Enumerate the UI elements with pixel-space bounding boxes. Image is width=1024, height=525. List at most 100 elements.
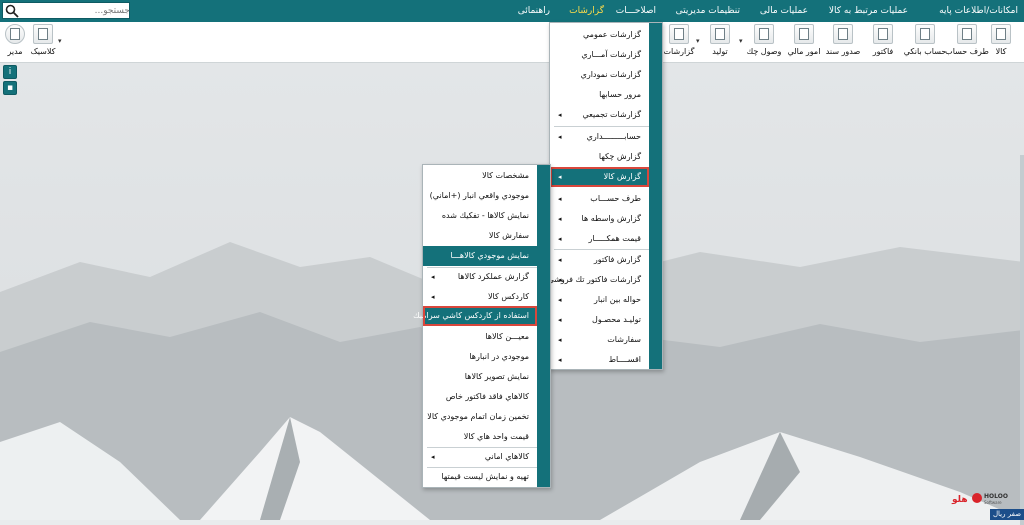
svg-text:هلو: هلو (951, 495, 968, 505)
menu-item-label: موجودي واقعي انبار (+اماني) (429, 191, 529, 200)
menu-item-label: حسابـــــــــداري (586, 132, 641, 141)
search-input[interactable] (21, 3, 133, 18)
menu-goods-operations[interactable]: عملیات مرتبط به کالا (829, 0, 908, 22)
submenu-arrow-icon: ◂ (558, 235, 562, 243)
menu-item-general-reports[interactable]: گزارشات عمومي (550, 25, 649, 45)
menu-accent-strip (649, 23, 662, 369)
menu-item-goods-report[interactable]: گزارش کالا ◂ (550, 167, 649, 187)
submenu-item-goods-images[interactable]: نمایش تصویر کالاها (423, 367, 537, 387)
menu-accent-strip (537, 165, 550, 487)
menu-item-installments[interactable]: اقســــاط ◂ (550, 350, 649, 370)
menu-item-label: گزارشات عمومي (582, 30, 641, 39)
finance-icon (794, 24, 814, 44)
toolbar-cheque-collection-button[interactable]: وصول چك (747, 24, 781, 60)
menu-item-label: سفارش کالا (488, 231, 529, 240)
submenu-item-warehouse-stock[interactable]: موجودي در انبارها (423, 347, 537, 367)
menu-item-aggregate-reports[interactable]: گزارشات تجمیعي ◂ (550, 105, 649, 125)
menu-item-label: گزارش کالا (603, 172, 641, 181)
menu-item-invoice-report[interactable]: گزارش فاکتور ◂ (550, 250, 649, 270)
manager-icon (5, 24, 25, 44)
menu-item-account-party[interactable]: طرف حســـاب ◂ (550, 189, 649, 209)
submenu-item-goods-ledger[interactable]: معیـــن کالاها (423, 327, 537, 347)
bank-icon (915, 24, 935, 44)
submenu-item-goods-stock[interactable]: نمایش موجودي کالاهـــا (423, 246, 537, 266)
reports-icon (669, 24, 689, 44)
menu-item-intermediaries-report[interactable]: گزارش واسطه ها ◂ (550, 209, 649, 229)
menu-item-label: مرور حسابها (599, 90, 641, 99)
menu-item-label: گزارشات نموداري (580, 70, 641, 79)
menu-item-orders[interactable]: سفارشات ◂ (550, 330, 649, 350)
toolbar-production-dropdown-icon[interactable]: ▾ (696, 37, 700, 45)
search-icon[interactable] (5, 4, 19, 18)
svg-text:Software: Software (984, 500, 1002, 505)
submenu-item-goods-itemized[interactable]: نمایش کالاها - تفکیك شده (423, 206, 537, 226)
menu-item-label: گزارش واسطه ها (581, 214, 641, 223)
menu-item-label: طرف حســـاب (590, 194, 641, 203)
holoo-logo: هلو HOLOO Software (950, 490, 1010, 506)
menu-item-accounting[interactable]: حسابـــــــــداري ◂ (550, 127, 649, 147)
menu-item-label: گزارشات آمـــاري (581, 50, 641, 59)
logo-mark-icon: هلو HOLOO Software (951, 493, 1008, 505)
menu-item-label: موجودي در انبارها (469, 352, 529, 361)
toolbar-bank-account-button[interactable]: حساب بانکي (904, 24, 946, 60)
menu-item-product-manufacturing[interactable]: تولیـد محصـول ◂ (550, 310, 649, 330)
search-box[interactable] (2, 2, 133, 19)
menu-item-label: تولیـد محصـول (592, 315, 641, 324)
submenu-arrow-icon: ◂ (558, 296, 562, 304)
submenu-arrow-icon: ◂ (558, 133, 562, 141)
menu-item-statistical-reports[interactable]: گزارشات آمـــاري (550, 45, 649, 65)
menu-item-warehouse-transfer[interactable]: حواله بین انبار ◂ (550, 290, 649, 310)
submenu-item-consigned-goods[interactable]: کالاهاي اماني ◂ (423, 447, 537, 467)
menu-financial-operations[interactable]: عملیات مالی (760, 0, 808, 22)
toolbar-manager-button[interactable]: مدیر (0, 24, 32, 60)
menu-help[interactable]: راهنمائی (518, 0, 550, 22)
submenu-arrow-icon: ◂ (558, 256, 562, 264)
menu-item-label: کالاهاي اماني (484, 452, 529, 461)
submenu-item-real-inventory[interactable]: موجودي واقعي انبار (+اماني) (423, 186, 537, 206)
submenu-item-goods-performance[interactable]: گزارش عملکرد کالاها ◂ (423, 267, 537, 287)
menu-item-label: تخمین زمان اتمام موجودي کالا (427, 412, 529, 421)
toolbar-account-party-button[interactable]: طرف حساب (945, 24, 989, 60)
menu-item-partner-price[interactable]: قیمت همکـــــار ◂ (550, 229, 649, 249)
toolbar-reports-button[interactable]: گزارشات (662, 24, 696, 60)
menu-item-label: نمایش تصویر کالاها (464, 372, 529, 381)
person-icon (957, 24, 977, 44)
submenu-item-ceramic-tile-cardex[interactable]: استفاده از کاردکس کاشي سرامیك (413, 306, 537, 326)
menu-basic-info[interactable]: امکانات/اطلاعات پایه (939, 0, 1018, 22)
submenu-item-goods-order[interactable]: سفارش کالا (423, 226, 537, 246)
submenu-item-goods-without-invoice[interactable]: کالاهاي فاقد فاکتور خاص (423, 387, 537, 407)
menu-item-label: قیمت همکـــــار (588, 234, 641, 243)
menu-item-label: قیمت واحد هاي کالا (463, 432, 529, 441)
user-panel-icon[interactable]: ▪ (3, 81, 17, 95)
menu-management-settings[interactable]: تنظیمات مدیریتی (676, 0, 740, 22)
submenu-item-goods-specs[interactable]: مشخصات کالا (423, 166, 537, 186)
menu-item-cheque-reports[interactable]: گزارش چکها (550, 147, 649, 167)
menu-item-chart-reports[interactable]: گزارشات نموداري (550, 65, 649, 85)
menu-item-label: گزارش چکها (598, 152, 641, 161)
submenu-item-stock-depletion-estimate[interactable]: تخمین زمان اتمام موجودي کالا (423, 407, 537, 427)
menu-corrections[interactable]: اصلاحـــات (616, 0, 656, 22)
production-icon (710, 24, 730, 44)
submenu-item-unit-prices[interactable]: قیمت واحد هاي کالا (423, 427, 537, 447)
menu-item-label: مشخصات کالا (482, 171, 529, 180)
menu-item-label: نمایش موجودي کالاهـــا (450, 251, 529, 260)
submenu-arrow-icon: ◂ (431, 453, 435, 461)
submenu-arrow-icon: ◂ (558, 173, 562, 181)
submenu-item-goods-cardex[interactable]: کاردکس کالا ◂ (423, 287, 537, 307)
menu-reports[interactable]: گزارشات (569, 0, 604, 22)
menu-item-label: کالاهاي فاقد فاکتور خاص (445, 392, 529, 401)
scrollbar-edge[interactable] (1020, 155, 1024, 525)
menu-item-label: حواله بین انبار (593, 295, 641, 304)
menu-item-single-sale-invoice[interactable]: گزارشات فاکتور تك فروشي ◂ (547, 270, 649, 290)
toolbar-cheque-dropdown-icon[interactable]: ▾ (739, 37, 743, 45)
menu-item-label: معیـــن کالاها (485, 332, 529, 341)
menu-item-label: تهیه و نمایش لیست قیمتها (441, 472, 529, 481)
submenu-arrow-icon: ◂ (558, 195, 562, 203)
info-icon[interactable]: i (3, 65, 17, 79)
svg-text:HOLOO: HOLOO (984, 493, 1008, 500)
submenu-arrow-icon: ◂ (558, 276, 562, 284)
document-icon (833, 24, 853, 44)
submenu-item-price-list[interactable]: تهیه و نمایش لیست قیمتها (423, 467, 537, 487)
menu-item-label: گزارش عملکرد کالاها (457, 272, 529, 281)
menu-item-account-review[interactable]: مرور حسابها (550, 85, 649, 105)
